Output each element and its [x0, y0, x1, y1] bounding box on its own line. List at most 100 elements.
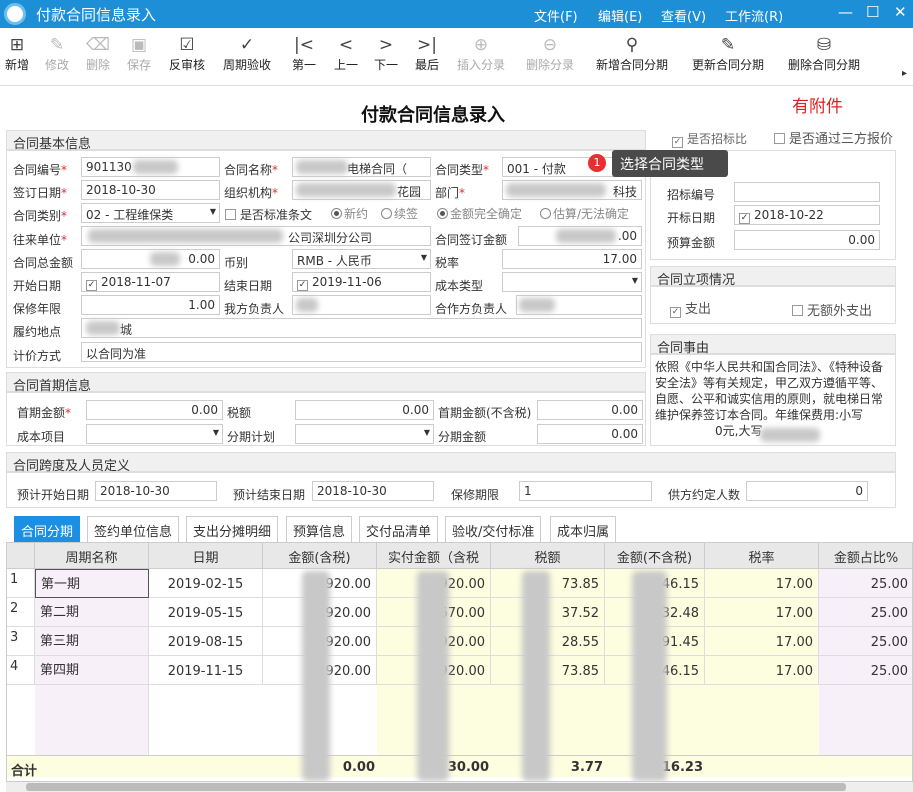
tax-input[interactable]: 0.00 [295, 400, 434, 420]
tab-acceptance[interactable]: 验收/交付标准 [445, 516, 542, 542]
grid-header-ratio[interactable]: 金额占比% [819, 543, 912, 569]
new-button[interactable]: ⊞ 新增 [5, 34, 29, 73]
add-installment-button[interactable]: ⚲ 新增合同分期 [596, 34, 668, 73]
plan-select[interactable] [295, 424, 434, 444]
next-button[interactable]: > 下一 [374, 34, 398, 73]
plan-start-input[interactable]: 2018-10-30 [95, 481, 217, 501]
grid-header-period[interactable]: 周期名称 [35, 543, 149, 569]
save-button[interactable]: ▣ 保存 [127, 34, 151, 73]
radio-new[interactable]: 新约 [331, 205, 368, 222]
cost-type-select[interactable] [502, 272, 642, 292]
cost-type-label: 成本类型 [435, 279, 484, 293]
close-button[interactable]: ✕ [894, 3, 907, 21]
delete-entry-button[interactable]: ⊖ 删除分录 [526, 34, 574, 73]
toolbar-overflow-icon[interactable]: ▸ [902, 68, 907, 79]
pencil-icon: ✎ [49, 35, 65, 55]
menu-edit[interactable]: 编辑(E) [598, 6, 642, 25]
edit-button[interactable]: ✎ 修改 [45, 34, 69, 73]
insert-entry-button[interactable]: ⊕ 插入分录 [457, 34, 505, 73]
table-cell-date[interactable]: 2019-02-15 [149, 569, 263, 598]
no-extra-checkbox[interactable]: 无额外支出 [792, 300, 872, 319]
grid-header-rate[interactable]: 税率 [705, 543, 819, 569]
start-date-input[interactable]: ✓ 2018-11-07 [81, 272, 220, 292]
expense-checkbox[interactable]: ✓ 支出 [670, 298, 711, 318]
table-cell-ratio[interactable]: 25.00 [819, 598, 912, 627]
tab-deliverables[interactable]: 交付品清单 [359, 516, 439, 542]
table-cell-period[interactable]: 第二期 [35, 598, 149, 627]
delete-button[interactable]: ⌫ 删除 [86, 34, 110, 73]
tab-installments[interactable]: 合同分期 [14, 516, 81, 542]
table-cell-rate[interactable]: 17.00 [705, 598, 819, 627]
horizontal-scrollbar[interactable] [6, 782, 913, 792]
currency-select[interactable]: RMB - 人民币 [292, 249, 431, 269]
table-cell-ratio[interactable]: 25.00 [819, 569, 912, 598]
stage-amount-input[interactable]: 0.00 [537, 424, 643, 444]
new-icon: ⊞ [9, 35, 25, 55]
redaction [556, 229, 616, 243]
table-cell-period[interactable]: 第一期 [35, 569, 149, 598]
grid-header-date[interactable]: 日期 [149, 543, 263, 569]
table-cell-period[interactable]: 第三期 [35, 627, 149, 656]
table-cell-period[interactable]: 第四期 [35, 656, 149, 685]
redaction [302, 571, 330, 781]
cost-item-select[interactable] [86, 424, 223, 444]
place-input[interactable]: 城 [81, 318, 642, 338]
grid-header-tax[interactable]: 税额 [491, 543, 605, 569]
next-icon: > [378, 35, 394, 55]
category-select[interactable]: 02 - 工程维保类 [81, 203, 220, 223]
grid-header-amount[interactable]: 金额(含税) [263, 543, 377, 569]
people-input[interactable]: 0 [746, 481, 868, 501]
pricing-input[interactable]: 以合同为准 [81, 342, 642, 362]
tab-signing-units[interactable]: 签约单位信息 [87, 516, 180, 542]
bid-no-input[interactable] [734, 182, 880, 202]
last-button[interactable]: >| 最后 [415, 34, 439, 73]
tab-cost-attribution[interactable]: 成本归属 [550, 516, 617, 542]
table-cell-date[interactable]: 2019-05-15 [149, 598, 263, 627]
unaudit-button[interactable]: ☑ 反审核 [169, 34, 205, 73]
std-clause-checkbox[interactable]: 是否标准条文 [225, 206, 312, 223]
table-cell-ratio[interactable]: 25.00 [819, 627, 912, 656]
warranty-years-input[interactable]: 1.00 [81, 295, 220, 315]
table-cell-date[interactable]: 2019-11-15 [149, 656, 263, 685]
minus-circle-icon: ⊖ [542, 35, 558, 55]
radio-amount-fixed[interactable]: 金额完全确定 [437, 205, 522, 222]
attachment-link[interactable]: 有附件 [792, 92, 843, 117]
first-notax-input[interactable]: 0.00 [537, 400, 643, 420]
checkbox-icon: ✓ [297, 280, 308, 291]
menu-workflow[interactable]: 工作流(R) [725, 6, 783, 25]
bid-date-input[interactable]: ✓ 2018-10-22 [734, 205, 880, 225]
delete-installment-button[interactable]: ⛁ 删除合同分期 [788, 34, 860, 73]
minimize-button[interactable]: — [838, 3, 853, 21]
table-cell-rate[interactable]: 17.00 [705, 569, 819, 598]
radio-renew[interactable]: 续签 [381, 205, 418, 222]
period-check-button[interactable]: ✓ 周期验收 [223, 34, 271, 73]
redaction [417, 571, 449, 781]
grid-header-paid[interactable]: 实付金额（含税 [377, 543, 491, 569]
update-installment-button[interactable]: ✎ 更新合同分期 [692, 34, 764, 73]
bid-date-label: 开标日期 [667, 211, 716, 225]
first-button[interactable]: |< 第一 [292, 34, 316, 73]
tab-expense-allocation[interactable]: 支出分摊明细 [186, 516, 279, 542]
is-bid-checkbox[interactable]: ✓ 是否招标比 [672, 130, 747, 148]
table-cell-date[interactable]: 2019-08-15 [149, 627, 263, 656]
radio-amount-estimate[interactable]: 估算/无法确定 [540, 205, 629, 222]
tax-rate-input[interactable]: 17.00 [502, 249, 642, 269]
tab-budget[interactable]: 预算信息 [286, 516, 353, 542]
table-cell-rate[interactable]: 17.00 [705, 656, 819, 685]
budget-input[interactable]: 0.00 [734, 230, 880, 250]
maximize-button[interactable]: ☐ [866, 3, 879, 21]
table-cell-rate[interactable]: 17.00 [705, 627, 819, 656]
end-date-input[interactable]: ✓ 2019-11-06 [292, 272, 431, 292]
first-amount-input[interactable]: 0.00 [86, 400, 223, 420]
redaction [296, 298, 318, 312]
menu-file[interactable]: 文件(F) [534, 6, 578, 25]
prev-button[interactable]: < 上一 [334, 34, 358, 73]
third-party-checkbox[interactable]: 是否通过三方报价 [774, 128, 893, 147]
menu-view[interactable]: 查看(V) [661, 6, 706, 25]
warranty-period-input[interactable]: 1 [519, 481, 652, 501]
plan-end-input[interactable]: 2018-10-30 [312, 481, 434, 501]
grid-header-notax[interactable]: 金额(不含税) [605, 543, 705, 569]
scrollbar-thumb[interactable] [26, 783, 846, 791]
table-cell-ratio[interactable]: 25.00 [819, 656, 912, 685]
sign-date-input[interactable]: 2018-10-30 [81, 180, 220, 200]
